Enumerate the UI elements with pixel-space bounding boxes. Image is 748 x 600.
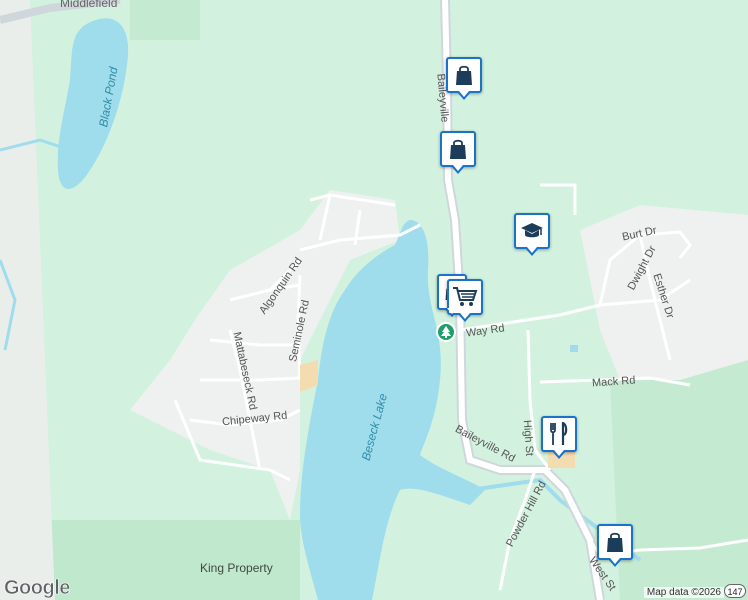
shopping-bag-icon <box>450 139 466 159</box>
shopping-bag-icon <box>607 532 623 552</box>
shopping-cart-icon <box>453 287 478 306</box>
park-area-east <box>610 360 748 600</box>
black-pond <box>57 18 129 189</box>
map-attribution[interactable]: Map data ©2026 <box>643 587 724 598</box>
tree-icon <box>441 326 451 338</box>
poi-marker-shopping-2[interactable] <box>440 131 476 174</box>
park-pin[interactable] <box>436 322 456 342</box>
map-canvas[interactable]: Middlefield Black Pond Beseck Lake King … <box>0 0 748 600</box>
park-label-king-property: King Property <box>200 561 273 575</box>
park-area <box>50 520 300 600</box>
poi-marker-restaurant[interactable] <box>541 416 577 459</box>
road-label-high-st: High St <box>520 419 536 457</box>
shopping-bag-icon <box>456 65 472 85</box>
poi-marker-school[interactable] <box>514 213 550 256</box>
place-label-middlefield: Middlefield <box>60 0 118 10</box>
small-pond <box>570 345 578 352</box>
west-strip <box>0 0 55 600</box>
park-area-north <box>130 0 200 40</box>
google-logo[interactable]: Google <box>4 577 71 600</box>
fork-knife-icon <box>550 422 568 445</box>
poi-marker-shopping-1[interactable] <box>446 57 482 100</box>
route-shield: 147 <box>724 584 746 598</box>
poi-marker-shopping-3[interactable] <box>597 524 633 567</box>
beach-area <box>300 360 318 392</box>
graduation-cap-icon <box>521 223 543 238</box>
